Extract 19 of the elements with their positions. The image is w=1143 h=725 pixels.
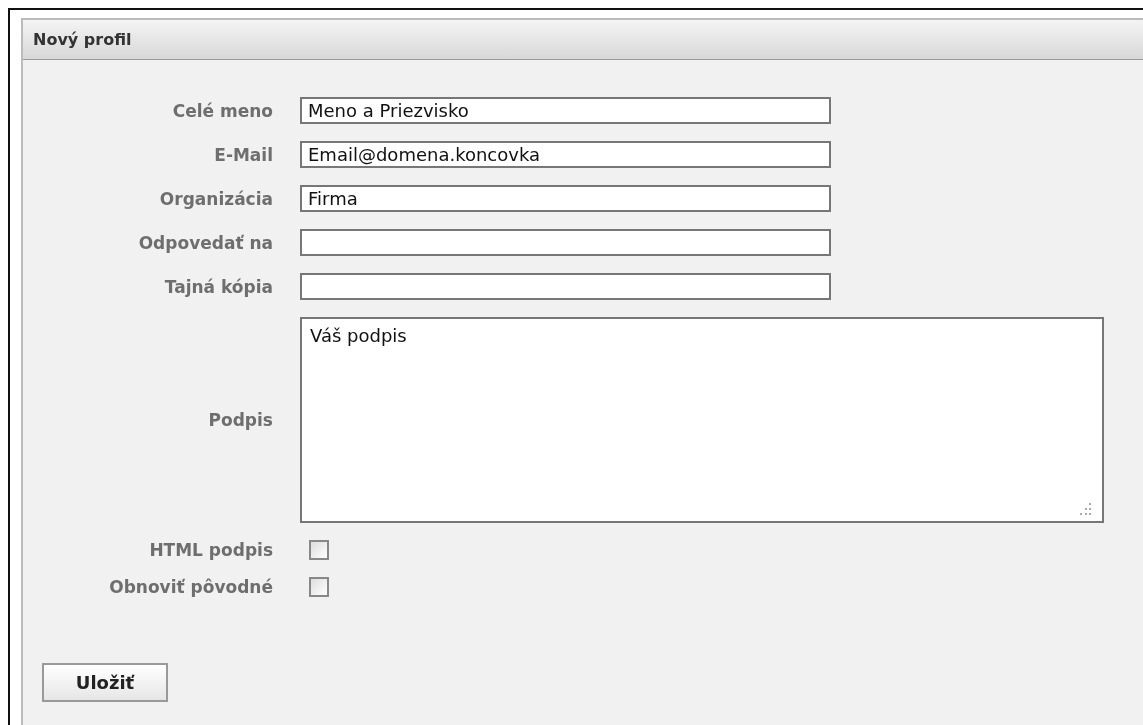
checkbox[interactable] <box>309 540 329 560</box>
text-field[interactable]: Firma <box>300 185 831 212</box>
save-button[interactable]: Uložiť <box>42 663 168 702</box>
field-label: Obnoviť pôvodné <box>108 577 273 597</box>
field-label: Tajná kópia <box>163 276 273 297</box>
field-label: Podpis <box>207 410 273 430</box>
panel-title: Nový profil <box>33 30 132 49</box>
resize-grip-icon[interactable] <box>1080 503 1092 515</box>
text-field[interactable] <box>300 273 831 300</box>
field-label: Odpovedať na <box>137 232 273 253</box>
field-label: Organizácia <box>158 188 273 209</box>
text-field[interactable]: Email@domena.koncovka <box>300 141 831 168</box>
text-field[interactable] <box>300 229 831 256</box>
text-field[interactable]: Meno a Priezvisko <box>300 97 831 124</box>
field-label: Celé meno <box>171 100 273 121</box>
field-label: HTML podpis <box>148 540 273 560</box>
field-label: E-Mail <box>213 144 273 165</box>
checkbox[interactable] <box>309 577 329 597</box>
signature-field[interactable]: Váš podpis <box>300 317 1104 523</box>
